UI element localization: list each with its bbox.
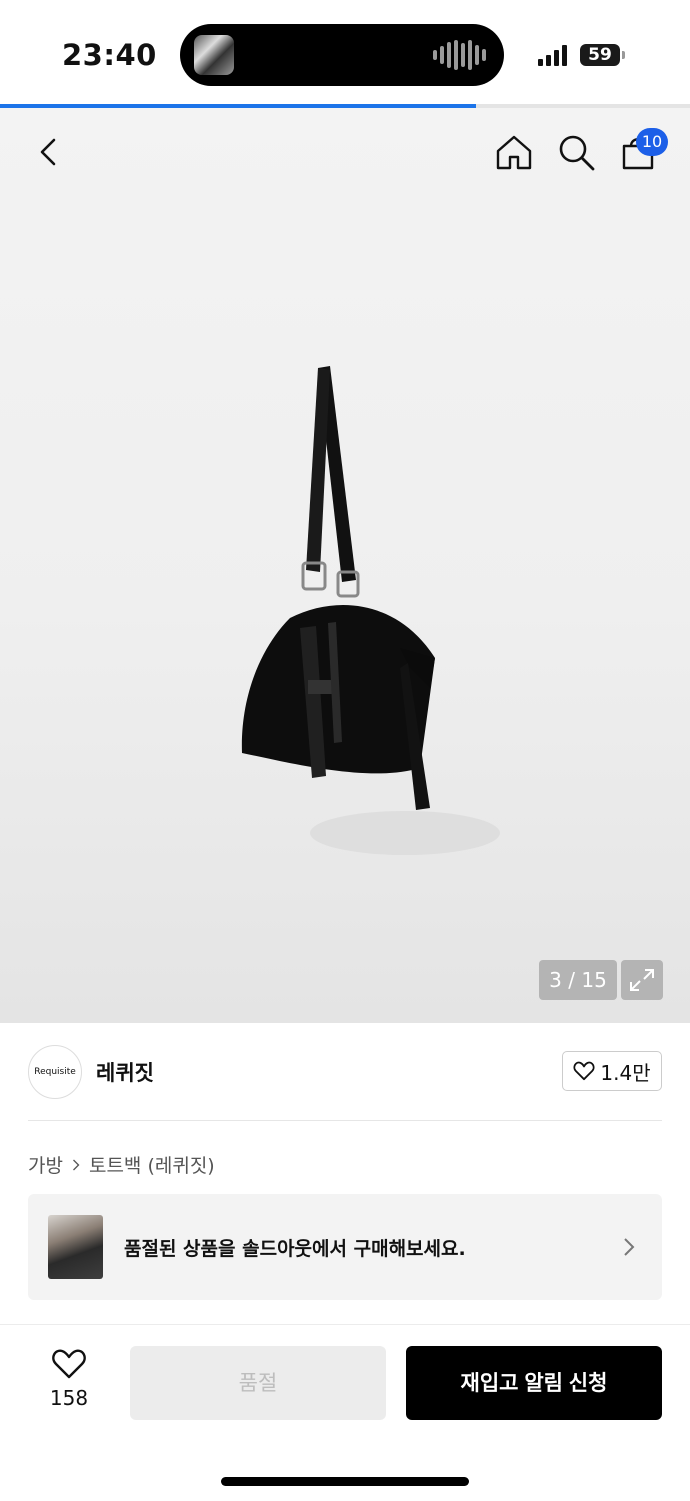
battery-tip: [622, 51, 625, 59]
brand-logo[interactable]: Requisite: [28, 1045, 82, 1099]
back-button[interactable]: [28, 132, 68, 172]
status-bar: 23:40 59: [0, 0, 690, 104]
heart-icon: [52, 1349, 86, 1379]
divider: [28, 1120, 662, 1121]
search-button[interactable]: [556, 132, 596, 172]
breadcrumb: 가방 토트백 (레퀴짓): [28, 1151, 215, 1178]
soldout-banner[interactable]: 품절된 상품을 솔드아웃에서 구매해보세요.: [28, 1194, 662, 1300]
image-counter: 3 / 15: [539, 960, 617, 1000]
audio-waveform-icon: [433, 40, 486, 70]
wish-count: 158: [49, 1386, 89, 1410]
breadcrumb-item-subcategory[interactable]: 토트백 (레퀴짓): [89, 1151, 215, 1178]
brand-like-count: 1.4만: [600, 1060, 651, 1085]
restock-alert-button[interactable]: 재입고 알림 신청: [406, 1346, 662, 1420]
home-button[interactable]: [494, 132, 534, 172]
cart-count-badge: 10: [636, 128, 668, 156]
brand-like-button[interactable]: 1.4만: [562, 1051, 662, 1091]
breadcrumb-item-category[interactable]: 가방: [28, 1151, 63, 1178]
expand-button[interactable]: [621, 960, 663, 1000]
chevron-left-icon: [40, 138, 56, 166]
expand-icon: [630, 969, 654, 991]
soldout-thumbnail: [48, 1215, 103, 1279]
heart-icon: [573, 1061, 595, 1081]
soldout-button[interactable]: 품절: [130, 1346, 386, 1420]
product-photo: [241, 366, 500, 855]
status-time: 23:40: [62, 38, 157, 72]
chevron-right-icon: [72, 1159, 80, 1170]
brand-name[interactable]: 레퀴짓: [96, 1057, 154, 1087]
now-playing-thumbnail: [194, 35, 234, 75]
soldout-banner-text: 품절된 상품을 솔드아웃에서 구매해보세요.: [124, 1238, 466, 1260]
home-icon: [496, 135, 532, 170]
wish-button[interactable]: 158: [42, 1348, 96, 1410]
dynamic-island[interactable]: [180, 24, 504, 86]
battery-indicator: 59: [580, 44, 620, 66]
search-icon: [559, 135, 595, 171]
chevron-right-icon: [624, 1238, 635, 1256]
product-image-gallery[interactable]: [0, 108, 690, 1023]
home-indicator[interactable]: [221, 1477, 469, 1486]
cellular-signal-icon: [538, 44, 567, 66]
